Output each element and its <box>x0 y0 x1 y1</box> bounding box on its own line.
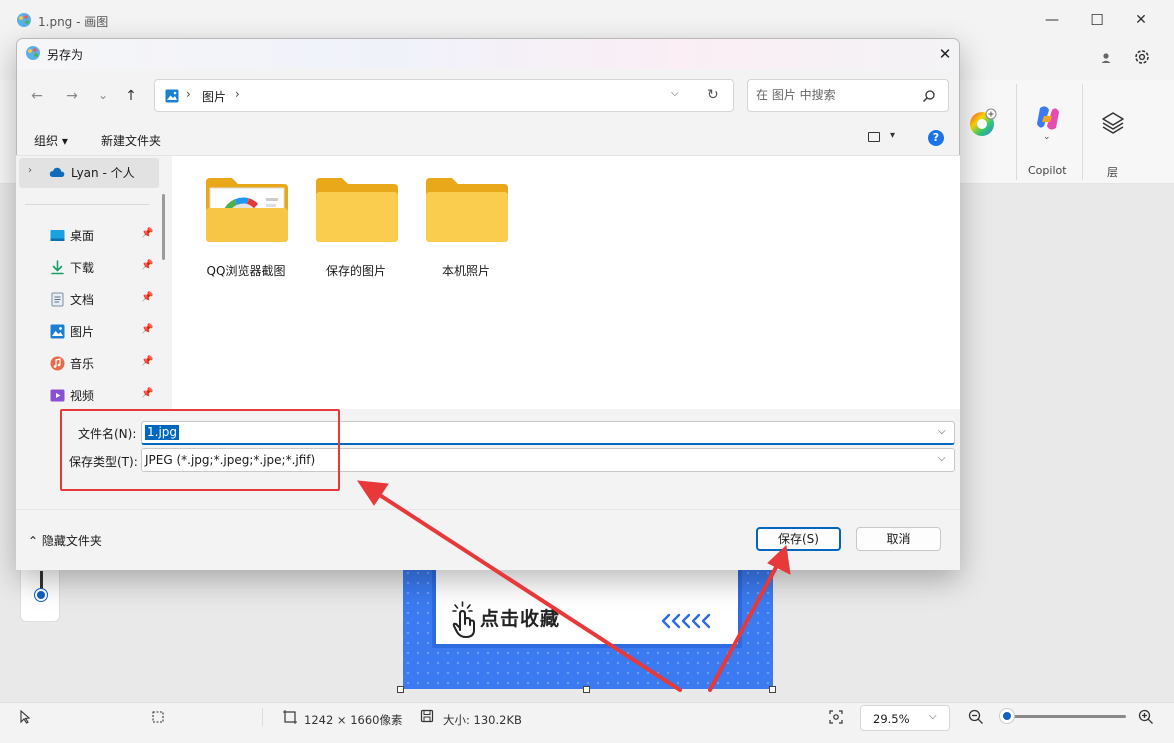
back-button[interactable]: ← <box>27 88 47 104</box>
copilot-label: Copilot <box>1028 164 1067 177</box>
address-history-chevron-icon[interactable]: ⌵ <box>671 88 679 99</box>
search-box[interactable] <box>747 79 949 112</box>
chevrons-left-icon <box>661 613 711 629</box>
zoom-slider-thumb[interactable] <box>1000 709 1014 723</box>
paint-app-icon <box>26 46 40 60</box>
forward-button[interactable]: → <box>62 88 82 104</box>
tap-hand-icon <box>452 601 475 638</box>
ribbon-separator <box>1082 84 1083 180</box>
zoom-level-value: 29.5% <box>873 712 910 726</box>
maximize-button[interactable]: ☐ <box>1077 6 1117 34</box>
paint-titlebar: 1.png - 画图 — ☐ ✕ <box>0 0 1174 40</box>
paint-window-title: 1.png - 画图 <box>38 15 109 29</box>
address-bar[interactable]: › 图片 › ⌵ ↻ <box>154 79 734 112</box>
pointer-icon[interactable] <box>18 710 32 724</box>
minimize-button[interactable]: — <box>1032 6 1072 34</box>
canvas-size-icon <box>283 710 297 724</box>
canvas-image-caption: 点击收藏 <box>480 609 561 630</box>
zoom-level-dropdown[interactable]: 29.5% ⌵ <box>860 705 950 731</box>
close-button[interactable]: ✕ <box>1121 6 1161 34</box>
color-picker-icon[interactable] <box>968 108 998 138</box>
fit-to-window-icon[interactable] <box>829 710 843 724</box>
layers-label: 层 <box>1107 166 1118 179</box>
settings-gear-icon[interactable] <box>1132 47 1152 67</box>
dialog-title: 另存为 <box>47 48 84 62</box>
copilot-icon[interactable] <box>1032 102 1064 134</box>
recent-locations-button[interactable]: ⌄ <box>93 88 113 102</box>
profile-icon[interactable] <box>1098 50 1114 66</box>
status-bar <box>0 702 1174 743</box>
breadcrumb-separator[interactable]: › <box>235 87 240 101</box>
status-separator <box>262 708 263 726</box>
chevron-down-icon: ⌵ <box>929 711 937 722</box>
selection-handle[interactable] <box>583 686 590 693</box>
selection-handle[interactable] <box>769 686 776 693</box>
selection-icon[interactable] <box>151 710 165 724</box>
pictures-folder-icon <box>165 89 179 103</box>
up-button[interactable]: ↑ <box>121 88 141 104</box>
zoom-out-icon[interactable] <box>968 709 984 725</box>
ribbon-separator <box>1016 84 1017 180</box>
file-size-save-icon <box>420 709 434 723</box>
vertical-zoom-thumb[interactable] <box>35 589 47 601</box>
save-as-dialog: 另存为 ✕ ← → ⌄ ↑ › 图片 › ⌵ ↻ <box>16 38 960 570</box>
canvas-image-card <box>432 568 742 648</box>
copilot-dropdown-chevron-icon[interactable]: ⌄ <box>1043 132 1051 142</box>
dialog-close-button[interactable]: ✕ <box>935 43 955 65</box>
dialog-titlebar: 另存为 ✕ <box>17 39 959 69</box>
file-size: 大小: 130.2KB <box>443 713 522 727</box>
layers-icon[interactable] <box>1100 110 1126 136</box>
breadcrumb-separator[interactable]: › <box>186 87 191 101</box>
zoom-in-icon[interactable] <box>1138 709 1154 725</box>
refresh-icon[interactable]: ↻ <box>707 87 719 103</box>
paint-app-icon <box>17 13 31 27</box>
vertical-zoom-track[interactable] <box>40 571 43 591</box>
search-input[interactable] <box>756 88 916 102</box>
canvas-dimensions: 1242 × 1660像素 <box>304 713 403 727</box>
selection-handle[interactable] <box>397 686 404 693</box>
zoom-slider-track[interactable] <box>1002 715 1126 718</box>
search-icon[interactable] <box>922 89 936 103</box>
breadcrumb-pictures[interactable]: 图片 <box>202 88 226 105</box>
